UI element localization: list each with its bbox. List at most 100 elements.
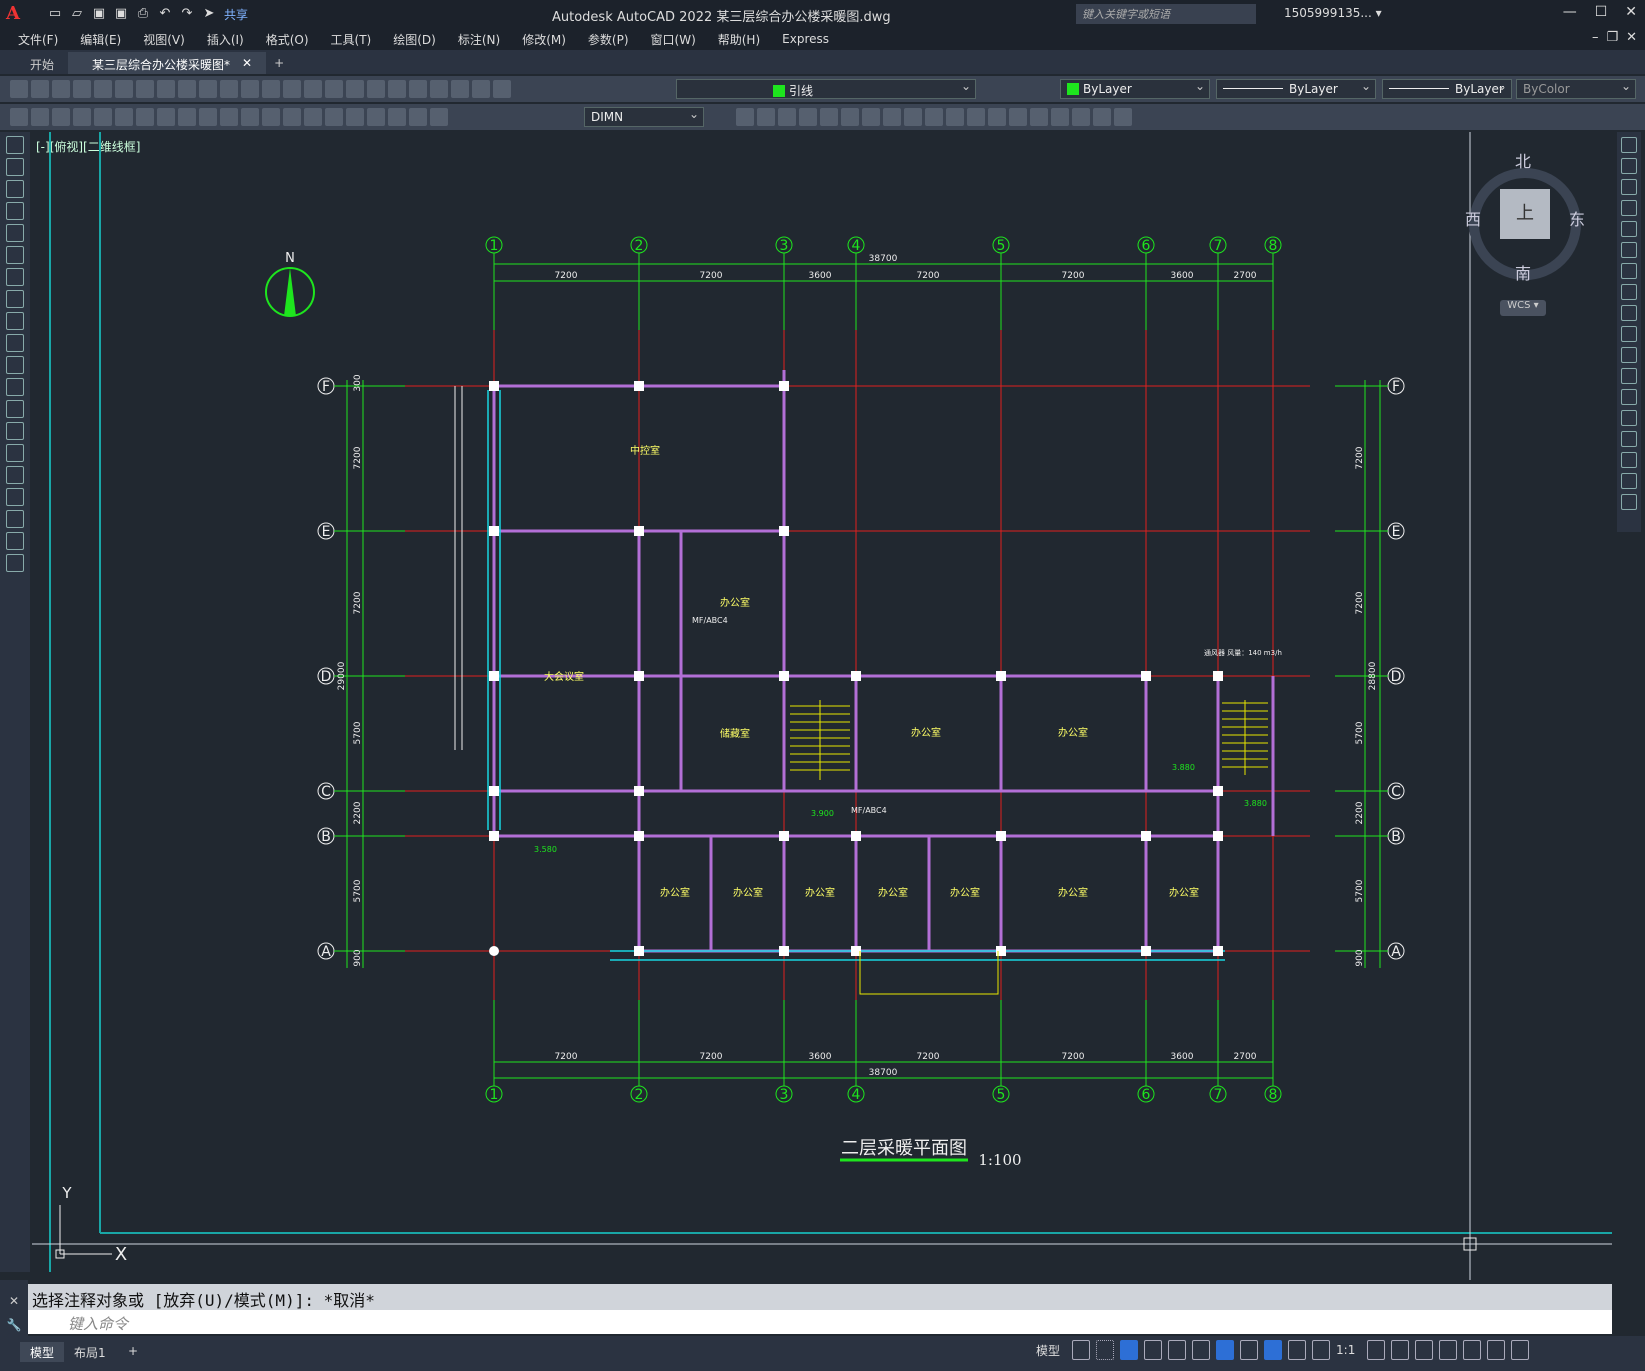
drawing-title: 二层采暖平面图 (841, 1138, 967, 1159)
isolate-objects-icon[interactable] (1463, 1340, 1482, 1360)
room-office-7: 办公室 (878, 886, 908, 899)
lineweight-icon[interactable] (1240, 1340, 1259, 1360)
north-label: N (285, 251, 295, 266)
status-tools: 模型 1:1 (1036, 1340, 1530, 1360)
column-8 (779, 671, 789, 681)
polar-icon[interactable] (1144, 1340, 1163, 1360)
annotation-monitor-icon[interactable] (1391, 1340, 1410, 1360)
dim-top-0: 7200 (555, 271, 578, 281)
column-6 (489, 671, 499, 681)
quick-properties-icon[interactable] (1439, 1340, 1458, 1360)
tag-extinguisher-2: MF/ABC4 (851, 806, 887, 815)
units-icon[interactable] (1415, 1340, 1434, 1360)
grid-icon[interactable] (1072, 1340, 1091, 1360)
room-office-6: 办公室 (805, 886, 835, 899)
floor-plan-drawing: 1 2 3 4 5 6 7 8 1 2 3 4 5 6 7 8 F E D C … (32, 132, 1612, 1280)
isodraft-icon[interactable] (1168, 1340, 1187, 1360)
fullscreen-icon[interactable] (1487, 1340, 1506, 1360)
axis-right-A: A (1391, 944, 1401, 960)
room-office-4: 办公室 (660, 886, 690, 899)
axis-left-F: F (322, 379, 330, 395)
axis-top-4: 4 (852, 238, 861, 254)
command-line-handle[interactable]: ✕ 🔧 (0, 1280, 28, 1338)
model-space-button[interactable]: 模型 (1036, 1342, 1060, 1359)
equipment-tags: MF/ABC4 MF/ABC4 3.900 3.880 3.880 3.580 … (534, 616, 1282, 854)
axis-bottom-3: 3 (780, 1087, 789, 1103)
column-9 (851, 671, 861, 681)
command-input[interactable]: 键入命令 (28, 1310, 1612, 1334)
axis-top-2: 2 (635, 238, 644, 254)
tab-layout1[interactable]: 布局1 (64, 1342, 116, 1362)
column-23 (634, 946, 644, 956)
annotation-scale-icon[interactable] (1312, 1340, 1331, 1360)
column-11 (1141, 671, 1151, 681)
annotation-visibility-icon[interactable] (1264, 1340, 1283, 1360)
axis-bottom-5: 5 (997, 1087, 1006, 1103)
dim-bottom-1: 7200 (700, 1052, 723, 1062)
span-dimensions-top: 7200 7200 3600 7200 7200 3600 2700 38700 (555, 254, 1257, 281)
dim-bottom-total: 38700 (869, 1068, 898, 1078)
viewcube-east[interactable]: 东 (1569, 206, 1585, 230)
ucs-x-label: X (115, 1244, 127, 1265)
span-dimensions-bottom: 7200 7200 3600 7200 7200 3600 2700 38700 (555, 1052, 1257, 1078)
room-office-9: 办公室 (1058, 886, 1088, 899)
viewcube-west[interactable]: 西 (1465, 206, 1481, 230)
osnap-icon[interactable] (1216, 1340, 1235, 1360)
tag-elevation-3: 3.880 (1244, 799, 1267, 808)
viewcube-top-face[interactable]: 上 (1500, 189, 1550, 239)
drawing-scale: 1:100 (978, 1151, 1021, 1169)
tag-elevation-4: 3.580 (534, 845, 557, 854)
dim-left-3: 29000 (337, 661, 347, 690)
floor-plan-geometry (32, 132, 1612, 1280)
dim-right-5: 5700 (1355, 879, 1365, 902)
axis-right-F: F (1392, 379, 1400, 395)
ortho-icon[interactable] (1120, 1340, 1139, 1360)
column-22 (1213, 831, 1223, 841)
column-21 (1141, 831, 1151, 841)
workspace-gear-icon[interactable] (1367, 1340, 1386, 1360)
dim-top-4: 7200 (1062, 271, 1085, 281)
viewcube-south[interactable]: 南 (1515, 260, 1531, 284)
column-4 (634, 526, 644, 536)
annotation-scale-value[interactable]: 1:1 (1336, 1343, 1355, 1357)
command-customize-icon[interactable]: 🔧 (0, 1318, 28, 1332)
customization-menu-icon[interactable] (1511, 1340, 1530, 1360)
axis-bottom-4: 4 (852, 1087, 861, 1103)
axis-left-D: D (321, 669, 332, 685)
column-17 (634, 831, 644, 841)
column-18 (779, 831, 789, 841)
room-office-10: 办公室 (1169, 886, 1199, 899)
add-layout-icon[interactable]: + (118, 1342, 148, 1362)
snap-icon[interactable] (1096, 1340, 1115, 1360)
column-12 (1213, 671, 1223, 681)
room-office-3: 办公室 (1058, 726, 1088, 739)
command-close-icon[interactable]: ✕ (0, 1294, 28, 1308)
dim-right-4: 2200 (1355, 801, 1365, 824)
axis-top-3: 3 (780, 238, 789, 254)
auto-scale-icon[interactable] (1288, 1340, 1307, 1360)
dim-left-4: 5700 (353, 721, 363, 744)
wcs-menu[interactable]: WCS ▾ (1500, 300, 1546, 316)
column-24 (779, 946, 789, 956)
column-2 (779, 381, 789, 391)
axis-left-B: B (321, 829, 331, 845)
room-storage: 储藏室 (720, 727, 750, 740)
axis-bottom-1: 1 (490, 1087, 499, 1103)
viewcube[interactable]: 上 北 南 东 西 (1465, 148, 1585, 298)
viewcube-north[interactable]: 北 (1515, 148, 1531, 172)
axis-top-5: 5 (997, 238, 1006, 254)
tag-extinguisher-1: MF/ABC4 (692, 616, 728, 625)
room-office-5: 办公室 (733, 886, 763, 899)
axis-left-A: A (321, 944, 331, 960)
column-27 (1141, 946, 1151, 956)
dim-bottom-2: 3600 (809, 1052, 832, 1062)
object-tracking-icon[interactable] (1192, 1340, 1211, 1360)
axis-top-7: 7 (1214, 238, 1223, 254)
dim-right-1: 7200 (1355, 591, 1365, 614)
column-19 (851, 831, 861, 841)
column-28 (1213, 946, 1223, 956)
dim-right-6: 900 (1355, 949, 1365, 966)
tab-model[interactable]: 模型 (20, 1342, 65, 1362)
dim-left-2: 7200 (353, 591, 363, 614)
room-office-8: 办公室 (950, 886, 980, 899)
